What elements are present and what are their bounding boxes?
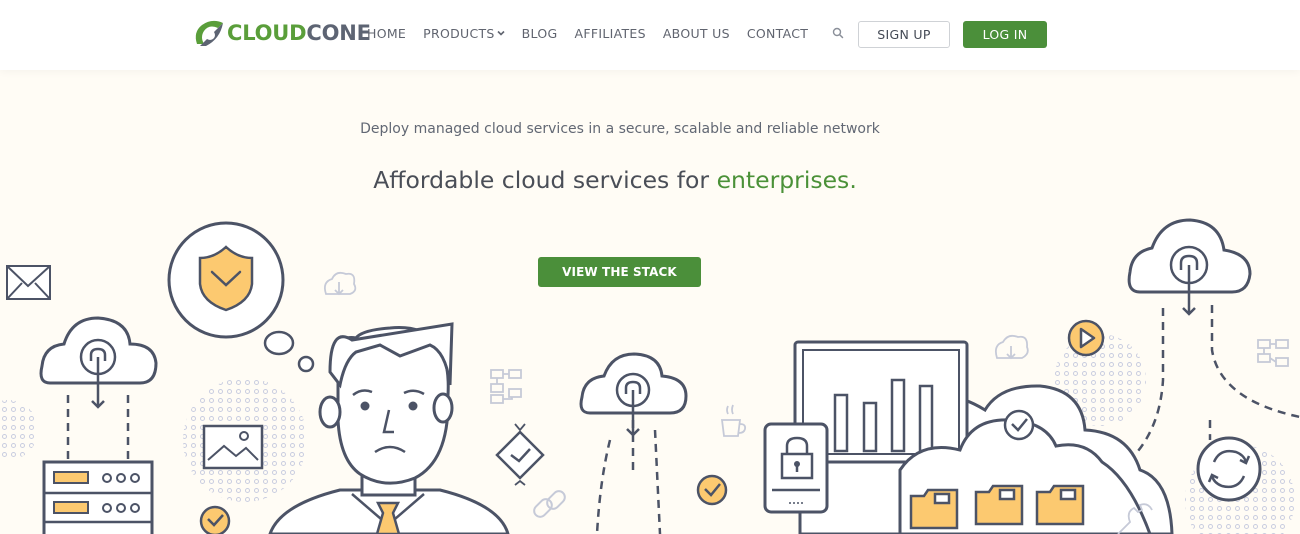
link-icon-2 <box>906 457 948 470</box>
dot-pattern-bottom <box>832 497 888 534</box>
cloud-upload-center-icon <box>579 352 688 437</box>
nav-products-label: PRODUCTS <box>423 25 495 41</box>
nav-blog[interactable]: BLOG <box>522 26 558 41</box>
hero-title: Affordable cloud services for enterprise… <box>0 166 1230 194</box>
cloudcone-logo[interactable]: CLOUDCONE <box>190 14 371 52</box>
nav-about-us[interactable]: ABOUT US <box>663 26 730 41</box>
cloud-upload-right-icon <box>1127 218 1252 316</box>
folder-icon-2 <box>974 484 1024 526</box>
check-icon-cloud <box>1003 409 1035 441</box>
main-nav: HOME PRODUCTS BLOG AFFILIATES ABOUT US C… <box>367 24 808 42</box>
search-icon[interactable] <box>832 27 844 39</box>
dot-pattern-image <box>183 378 307 502</box>
dashed-connector-lines <box>66 305 1300 534</box>
hero-title-prefix: Affordable cloud services for <box>373 166 717 194</box>
logo-text-cloud: CLOUD <box>227 21 307 45</box>
dot-pattern-left <box>0 400 38 460</box>
server-rack-icon <box>42 460 154 534</box>
person-illustration <box>268 322 510 534</box>
view-the-stack-button[interactable]: VIEW THE STACK <box>538 257 701 287</box>
cloud-storage-front <box>898 418 1152 534</box>
image-icon <box>202 424 264 470</box>
cloud-upload-icon <box>39 316 158 409</box>
play-icon <box>1067 319 1105 357</box>
nav-affiliates[interactable]: AFFILIATES <box>575 26 646 41</box>
check-circle-icon <box>199 505 231 534</box>
thought-bubble-dots <box>263 330 315 373</box>
bar-chart-monitor-icon <box>793 340 969 464</box>
cloud-storage-illustration <box>798 384 1174 534</box>
link-icon <box>533 490 566 518</box>
dot-pattern-right <box>1054 334 1146 426</box>
coffee-cup-icon <box>720 404 747 437</box>
folder-icon-3 <box>1035 484 1085 526</box>
folder-icon <box>909 488 959 530</box>
diamond-check-icon <box>495 423 545 486</box>
flowchart-icon <box>490 369 522 404</box>
logo-text-cone: CONE <box>306 21 371 45</box>
hero-title-accent: enterprises <box>716 166 850 194</box>
hero-subtitle: Deploy managed cloud services in a secur… <box>360 121 880 137</box>
check-circle-center-icon <box>696 474 728 506</box>
nav-home[interactable]: HOME <box>367 26 406 41</box>
wrench-icon <box>1117 503 1153 534</box>
logo-text: CLOUDCONE <box>227 21 371 45</box>
log-in-button[interactable]: LOG IN <box>963 21 1047 48</box>
chevron-down-icon <box>497 30 505 36</box>
nav-products[interactable]: PRODUCTS <box>423 26 505 41</box>
hero-title-suffix: . <box>849 166 857 194</box>
flowchart-icon-right <box>1257 339 1289 367</box>
site-header: CLOUDCONE HOME PRODUCTS BLOG AFFILIATES … <box>0 0 1300 70</box>
cloud-download-icon-right <box>994 334 1029 360</box>
phone-lock-icon <box>763 422 829 514</box>
nav-contact[interactable]: CONTACT <box>747 26 808 41</box>
shield-icon <box>167 221 285 339</box>
sign-up-button[interactable]: SIGN UP <box>858 21 950 48</box>
dot-pattern-right-bottom <box>1185 445 1295 534</box>
cloudcone-logo-icon <box>195 20 223 46</box>
envelope-icon <box>6 265 51 300</box>
cloud-download-icon <box>323 271 357 296</box>
sync-icon <box>1196 436 1262 502</box>
